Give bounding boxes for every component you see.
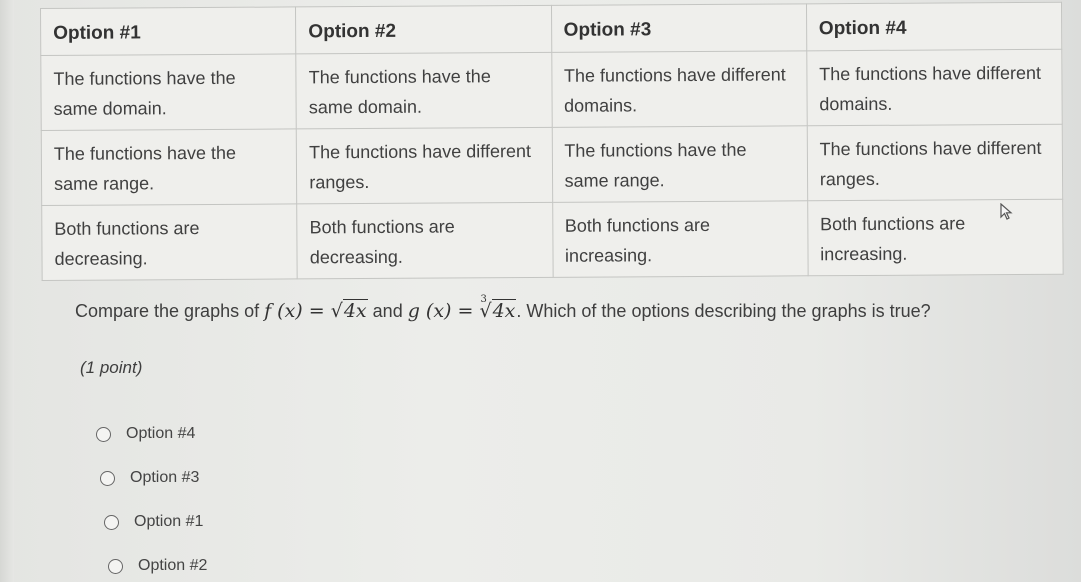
screen-edge [0, 0, 14, 582]
options-table: Option #1 Option #2 Option #3 Option #4 … [40, 1, 1064, 281]
square-root: √4x [330, 299, 368, 322]
mouse-pointer-icon [1000, 203, 1013, 220]
answer-choices: Option #4 Option #3 Option #1 Option #2 [96, 412, 207, 582]
table-cell-with-cursor: Both functions are increasing. [807, 199, 1064, 276]
table-cell: The functions have the same range. [551, 125, 808, 203]
table-cell-text: Both functions are increasing. [820, 213, 966, 265]
header-option-3: Option #3 [550, 3, 807, 53]
choice-label: Option #2 [138, 557, 208, 574]
table-row-domain: The functions have the same domain. The … [40, 49, 1063, 131]
table-cell: The functions have different ranges. [806, 124, 1063, 201]
choice-label: Option #4 [126, 425, 196, 442]
table-cell: The functions have different domains. [806, 49, 1063, 126]
f-radicand: 4x [342, 299, 368, 322]
table-row-monotonic: Both functions are decreasing. Both func… [41, 199, 1064, 281]
choice-option-4[interactable]: Option #4 [96, 412, 207, 456]
choice-label: Option #3 [130, 469, 200, 486]
choice-option-2[interactable]: Option #2 [108, 544, 207, 582]
table-cell: Both functions are decreasing. [41, 203, 298, 281]
table-cell: Both functions are decreasing. [296, 202, 553, 279]
radio-button[interactable] [104, 514, 119, 530]
root-index: 3 [480, 294, 487, 305]
cube-root: 3 √4x [479, 294, 517, 322]
header-option-1: Option #1 [40, 6, 297, 56]
quiz-page: Option #1 Option #2 Option #3 Option #4 … [0, 0, 1081, 582]
header-option-4: Option #4 [806, 2, 1062, 51]
radio-button[interactable] [100, 470, 115, 486]
table-cell: The functions have the same domain. [296, 52, 552, 129]
table-cell: The functions have different domains. [551, 50, 807, 128]
g-radicand: 4x [491, 299, 517, 322]
choice-option-1[interactable]: Option #1 [104, 500, 207, 544]
table-cell: The functions have the same range. [41, 128, 297, 206]
g-function-label: g (x) = [407, 300, 480, 322]
table-cell: The functions have the same domain. [40, 53, 297, 131]
points-label: (1 point) [80, 358, 143, 377]
table-cell: Both functions are increasing. [552, 200, 808, 278]
question-prefix: Compare the graphs of [75, 301, 265, 321]
f-function-label: f (x) = [264, 300, 331, 322]
question-suffix: . Which of the options describing the gr… [516, 301, 931, 321]
table-header-row: Option #1 Option #2 Option #3 Option #4 [40, 2, 1062, 56]
table-cell: The functions have different ranges. [296, 127, 553, 204]
radio-button[interactable] [96, 426, 111, 442]
header-option-2: Option #2 [295, 5, 552, 54]
choice-label: Option #1 [134, 513, 204, 530]
question-conjunction: and [372, 301, 408, 321]
radio-button[interactable] [108, 558, 123, 574]
table-row-range: The functions have the same range. The f… [41, 124, 1063, 206]
question-text: Compare the graphs of f (x) = √4x and g … [75, 294, 931, 322]
choice-option-3[interactable]: Option #3 [100, 456, 207, 500]
